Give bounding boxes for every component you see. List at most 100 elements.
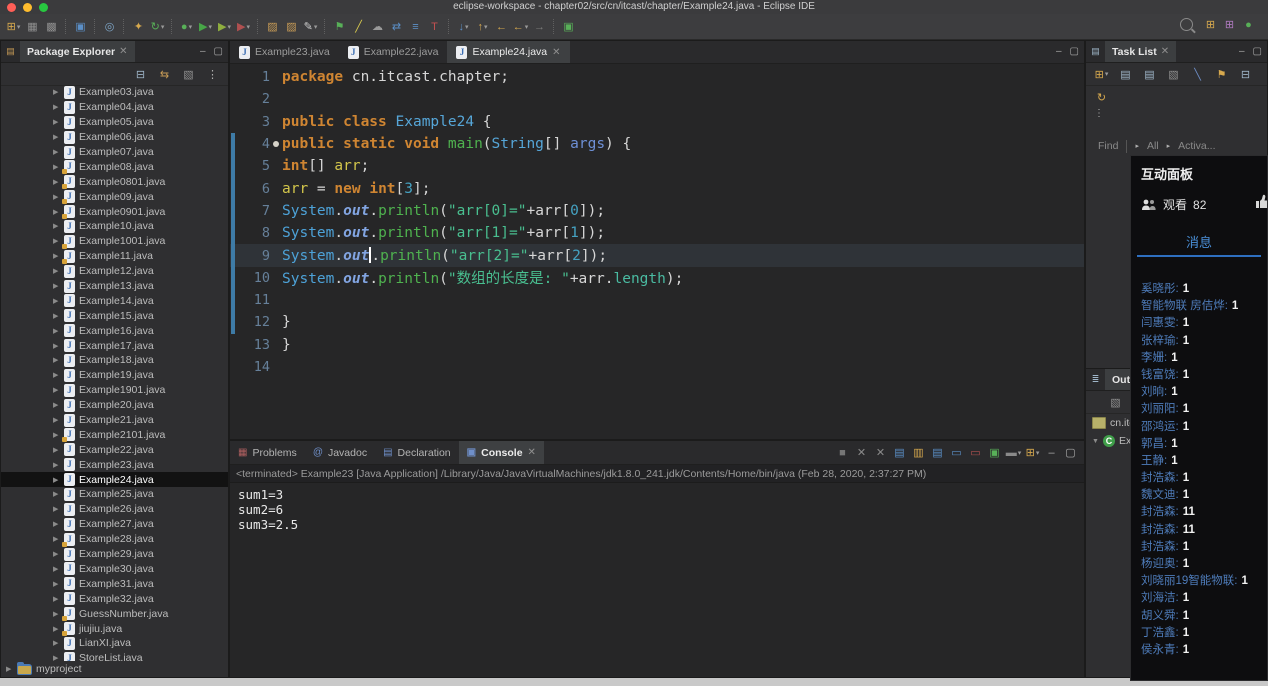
tree-item-Example07.java[interactable]: ▶JExample07.java (1, 145, 228, 160)
tree-item-Example0901.java[interactable]: ▶JExample0901.java (1, 204, 228, 219)
tree-item-jiujiu.java[interactable]: ▶Jjiujiu.java (1, 621, 228, 636)
categorized-view-icon[interactable]: ▤ (1117, 66, 1134, 83)
minimize-view-button[interactable]: – (1239, 46, 1245, 57)
chevron-right-icon[interactable]: ▶ (53, 103, 60, 111)
chevron-right-icon[interactable]: ▶ (53, 88, 60, 96)
chevron-right-icon[interactable]: ▶ (53, 461, 60, 469)
remove-all-launches-icon[interactable]: ✕ (872, 444, 889, 461)
code-line-6[interactable]: 6 arr = new int[3]; (230, 177, 1084, 199)
new-java-element-icon[interactable]: ✦ (130, 18, 147, 35)
code-line-11[interactable]: 11 (230, 289, 1084, 311)
chevron-right-icon[interactable]: ▶ (53, 208, 60, 216)
dropdown-icon[interactable]: ▾ (227, 23, 231, 31)
dropdown-icon[interactable]: ▾ (246, 23, 250, 31)
open-perspective-icon[interactable]: ▣ (560, 18, 577, 35)
coverage-scope-icon[interactable]: ●▾ (178, 18, 195, 35)
chevron-right-icon[interactable]: ▶ (53, 282, 60, 290)
code-line-3[interactable]: 3public class Example24 { (230, 111, 1084, 133)
editor-tab-Example22.java[interactable]: JExample22.java (339, 41, 448, 63)
tree-item-Example25.java[interactable]: ▶JExample25.java (1, 487, 228, 502)
chevron-right-icon[interactable]: ▶ (53, 595, 60, 603)
open-type-icon[interactable]: ▨ (264, 18, 281, 35)
tree-item-Example18.java[interactable]: ▶JExample18.java (1, 353, 228, 368)
console-tab-Problems[interactable]: ▦Problems (230, 441, 305, 464)
type-hierarchy-icon[interactable]: T (426, 18, 443, 35)
console-tab-Console[interactable]: ▣Console✕ (459, 441, 544, 464)
editor-tab-Example24.java[interactable]: JExample24.java✕ (447, 41, 569, 63)
tree-item-Example04.java[interactable]: ▶JExample04.java (1, 100, 228, 115)
chevron-right-icon[interactable]: ▶ (53, 237, 60, 245)
view-menu-icon[interactable]: ⋮ (1086, 108, 1267, 119)
tree-item-Example32.java[interactable]: ▶JExample32.java (1, 591, 228, 606)
dropdown-icon[interactable]: ▾ (1105, 70, 1109, 78)
last-edit-location-icon[interactable]: ← (493, 18, 510, 35)
tree-item-Example13.java[interactable]: ▶JExample13.java (1, 279, 228, 294)
tree-item-Example0801.java[interactable]: ▶JExample0801.java (1, 174, 228, 189)
chevron-right-icon[interactable]: ▶ (53, 565, 60, 573)
chevron-right-icon[interactable]: ▶ (53, 654, 60, 661)
run-icon[interactable]: ▶▾ (197, 18, 214, 35)
code-line-4[interactable]: 4 public static void main(String[] args)… (230, 133, 1084, 155)
build-all-icon[interactable]: ☁ (369, 18, 386, 35)
tree-item-Example05.java[interactable]: ▶JExample05.java (1, 115, 228, 130)
pin-console-icon[interactable]: ▣ (986, 444, 1003, 461)
search-icon[interactable]: ◎ (101, 18, 118, 35)
debug-perspective-icon[interactable]: ⊞ (1221, 16, 1238, 33)
tree-item-Example1901.java[interactable]: ▶JExample1901.java (1, 383, 228, 398)
chevron-right-icon[interactable]: ▶ (53, 342, 60, 350)
dropdown-icon[interactable]: ▾ (484, 23, 488, 31)
show-view-list-icon[interactable]: ≡ (407, 18, 424, 35)
find-input[interactable]: Find (1098, 140, 1118, 152)
code-line-13[interactable]: 13} (230, 334, 1084, 356)
maximize-view-button[interactable]: ▢ (1070, 46, 1079, 57)
annotate-icon[interactable]: ✎▾ (302, 18, 319, 35)
maximize-view-icon[interactable]: ▢ (1062, 444, 1079, 461)
chevron-right-icon[interactable]: ▶ (53, 356, 60, 364)
switch-editor-icon[interactable]: ⇄ (388, 18, 405, 35)
other-perspective-icon[interactable]: ● (1240, 16, 1257, 33)
chevron-right-icon[interactable]: ▶ (53, 401, 60, 409)
chevron-right-icon[interactable]: ▶ (6, 665, 13, 673)
minimize-view-icon[interactable]: – (1043, 444, 1060, 461)
dropdown-icon[interactable]: ▾ (17, 23, 21, 31)
chevron-right-icon[interactable]: ▶ (53, 327, 60, 335)
chevron-right-icon[interactable]: ▶ (53, 476, 60, 484)
previous-annotation-icon[interactable]: ↑▾ (474, 18, 491, 35)
chevron-right-icon[interactable]: ▶ (53, 416, 60, 424)
new-wizard-icon[interactable]: ⊞▾ (5, 18, 22, 35)
tree-item-GuessNumber.java[interactable]: ▶JGuessNumber.java (1, 606, 228, 621)
chevron-right-icon[interactable]: ▶ (53, 505, 60, 513)
chevron-right-icon[interactable]: ▶ (53, 625, 60, 633)
collapse-all-icon[interactable]: ⊟ (132, 66, 149, 83)
word-wrap-icon[interactable]: ▤ (929, 444, 946, 461)
remove-launch-icon[interactable]: ✕ (853, 444, 870, 461)
like-button[interactable] (1255, 194, 1268, 209)
tree-item-Example2101.java[interactable]: ▶JExample2101.java (1, 427, 228, 442)
close-icon[interactable]: ✕ (528, 447, 536, 458)
tree-item-Example03.java[interactable]: ▶JExample03.java (1, 85, 228, 100)
synchronize-icon[interactable]: ↻ (1093, 89, 1110, 106)
chevron-right-icon[interactable]: ▶ (53, 580, 60, 588)
back-history-icon[interactable]: ←▾ (512, 18, 529, 35)
forward-history-icon[interactable]: → (531, 18, 548, 35)
java-perspective-icon[interactable]: ⊞ (1202, 16, 1219, 33)
maximize-view-button[interactable]: ▢ (1253, 46, 1262, 57)
tree-item-Example11.java[interactable]: ▶JExample11.java (1, 249, 228, 264)
show-console-when-error-icon[interactable]: ▥ (910, 444, 927, 461)
chevron-right-icon[interactable]: ▶ (53, 550, 60, 558)
search-icon[interactable] (1180, 18, 1193, 31)
next-annotation-icon[interactable]: ↓▾ (455, 18, 472, 35)
chevron-right-icon[interactable]: ▶ (53, 610, 60, 618)
scheduled-view-icon[interactable]: ▤ (1141, 66, 1158, 83)
dropdown-icon[interactable]: ▾ (314, 23, 318, 31)
maximize-view-button[interactable]: ▢ (214, 46, 223, 57)
tab-task-list[interactable]: Task List ✕ (1105, 41, 1176, 62)
chevron-right-icon[interactable]: ▶ (53, 446, 60, 454)
chevron-right-icon[interactable]: ▶ (53, 386, 60, 394)
tree-item-Example06.java[interactable]: ▶JExample06.java (1, 130, 228, 145)
profile-icon[interactable]: ▶▾ (235, 18, 252, 35)
focus-on-workweek-icon[interactable]: ▧ (1165, 66, 1182, 83)
chevron-right-icon[interactable]: ▶ (53, 118, 60, 126)
collapse-all-icon[interactable]: ⊟ (1237, 66, 1254, 83)
chevron-right-icon[interactable]: ▶ (53, 535, 60, 543)
